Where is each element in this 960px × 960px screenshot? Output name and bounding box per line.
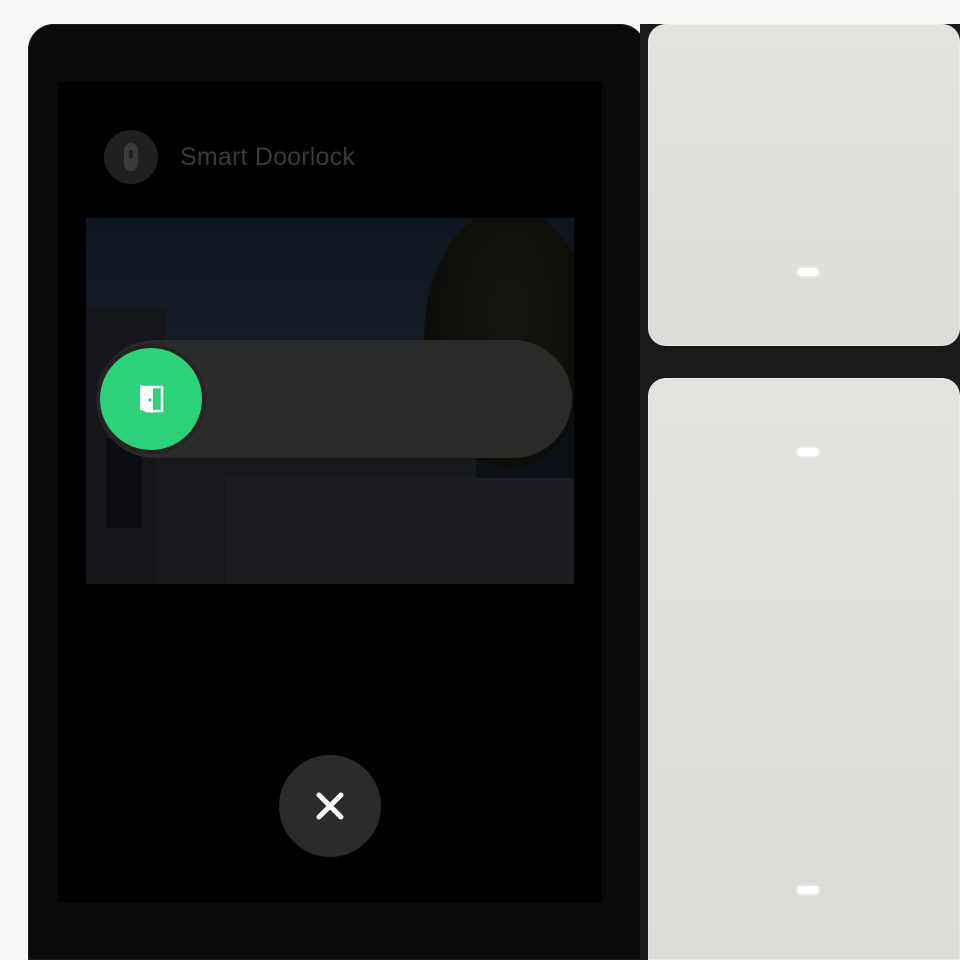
doorlock-icon [104, 130, 158, 184]
close-button[interactable] [279, 755, 381, 857]
door-open-icon [140, 385, 164, 413]
led-indicator [797, 886, 819, 894]
page-title: Smart Doorlock [180, 142, 356, 171]
top-switch[interactable] [648, 24, 960, 346]
smart-panel-device: Smart Doorlock [0, 0, 960, 960]
led-indicator [797, 268, 819, 276]
bottom-switch[interactable] [648, 378, 960, 960]
close-icon [316, 792, 344, 820]
led-indicator [797, 448, 819, 456]
screen-header: Smart Doorlock [104, 130, 355, 184]
camera-building-front [226, 478, 574, 584]
unlock-slider-knob[interactable] [100, 348, 202, 450]
